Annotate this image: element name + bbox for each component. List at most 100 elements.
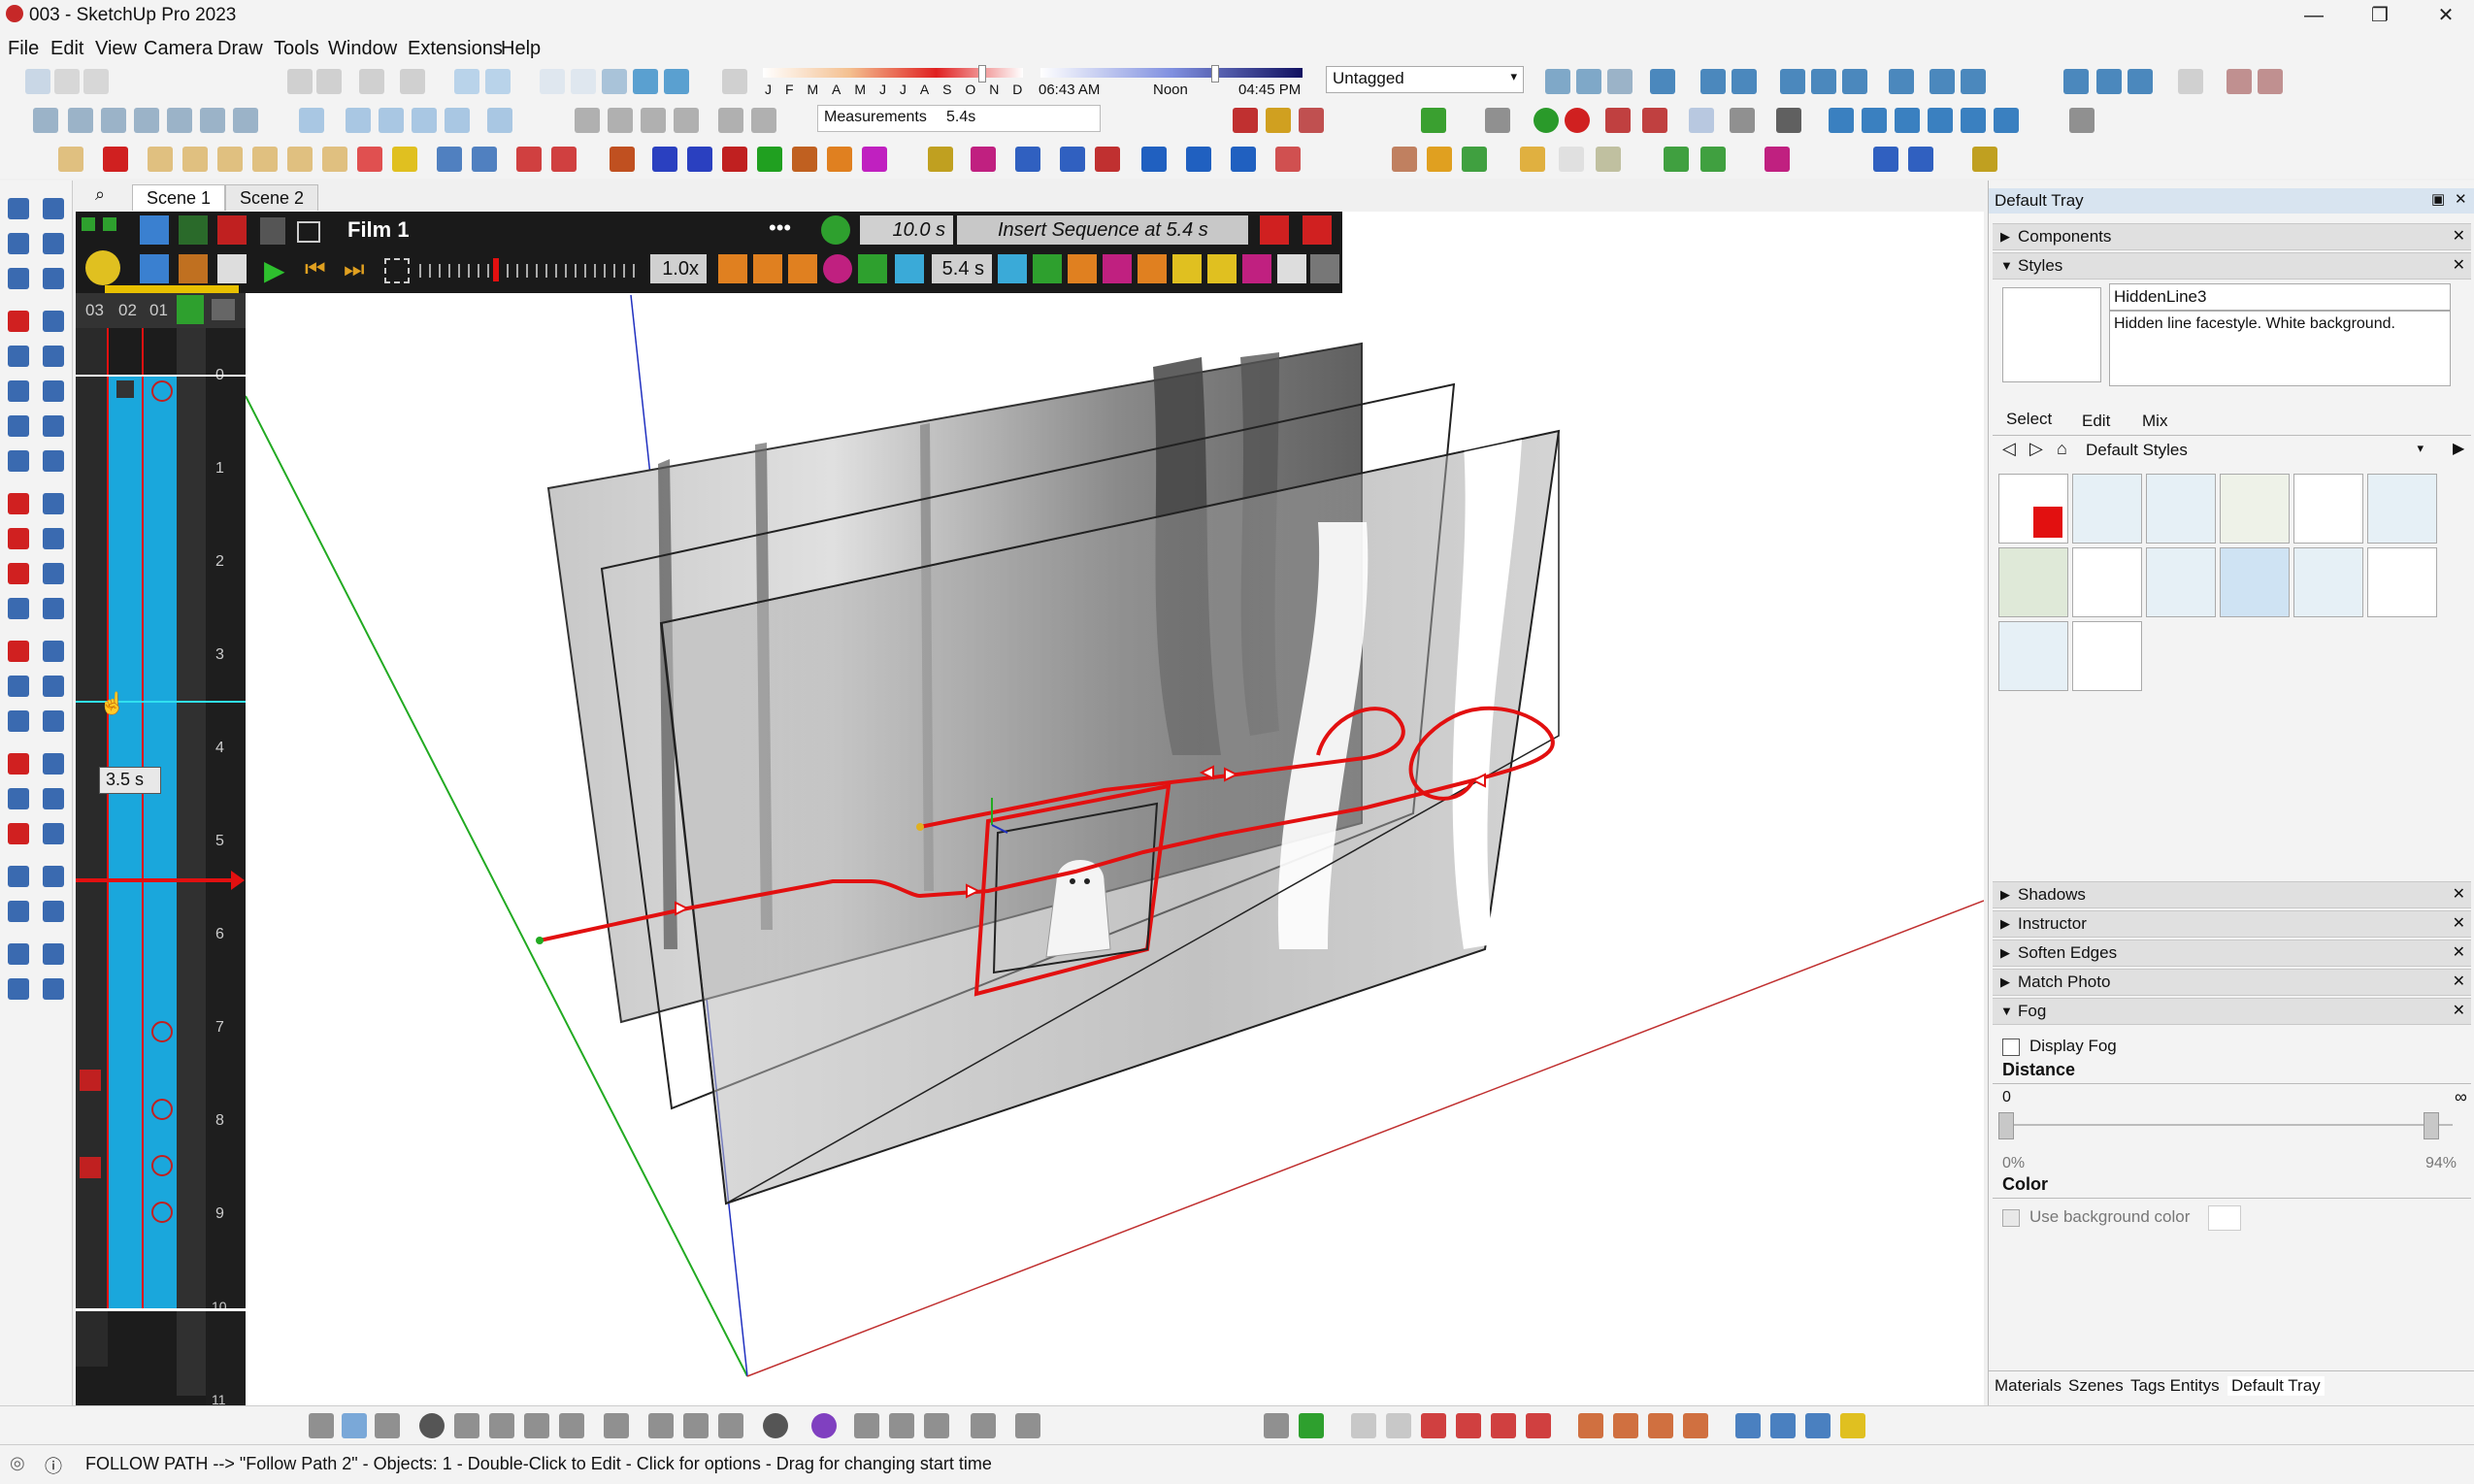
keyframe-icon[interactable] bbox=[80, 1070, 101, 1091]
group-4-icon[interactable] bbox=[412, 108, 437, 133]
zoom-extents-icon[interactable] bbox=[1545, 69, 1570, 94]
tool-icon[interactable] bbox=[1730, 108, 1755, 133]
box-3-icon[interactable] bbox=[1596, 147, 1621, 172]
collapse-track-icon[interactable] bbox=[212, 299, 235, 320]
tools-icon[interactable] bbox=[179, 215, 208, 245]
box-1-icon[interactable] bbox=[1520, 147, 1545, 172]
bottom-tool-22-icon[interactable] bbox=[1613, 1413, 1638, 1438]
time-slider[interactable] bbox=[1040, 68, 1303, 78]
bottom-tool-16-icon[interactable] bbox=[1386, 1413, 1411, 1438]
style-thumb[interactable] bbox=[2367, 547, 2437, 617]
style-thumb[interactable] bbox=[2146, 474, 2216, 544]
align-icon[interactable] bbox=[1780, 69, 1805, 94]
back-view-icon[interactable] bbox=[167, 108, 192, 133]
add-icon[interactable] bbox=[419, 1413, 445, 1438]
cloud-icon[interactable] bbox=[1829, 108, 1854, 133]
paint-bucket-icon[interactable] bbox=[8, 233, 29, 254]
eraser-icon[interactable] bbox=[43, 233, 64, 254]
position-camera-icon[interactable] bbox=[8, 866, 29, 887]
bottom-tool-27-icon[interactable] bbox=[1805, 1413, 1831, 1438]
tool-3-icon[interactable] bbox=[8, 598, 29, 619]
pencil-icon[interactable] bbox=[103, 147, 128, 172]
cloud-4-icon[interactable] bbox=[1928, 108, 1953, 133]
wireframe-icon[interactable] bbox=[540, 69, 565, 94]
dist-3-icon[interactable] bbox=[1972, 147, 1997, 172]
tab-select[interactable]: Select bbox=[2006, 410, 2052, 429]
style-side-buttons[interactable] bbox=[2455, 287, 2470, 365]
film-arrow-right-icon[interactable] bbox=[103, 217, 116, 231]
seq-1-icon[interactable] bbox=[998, 254, 1027, 283]
menu-help[interactable]: Help bbox=[501, 38, 541, 60]
group-3-icon[interactable] bbox=[379, 108, 404, 133]
section-soften-edges[interactable]: ▶ Soften Edges ✕ bbox=[1993, 940, 2471, 967]
shell-2-icon[interactable] bbox=[1427, 147, 1452, 172]
anim-17-icon[interactable] bbox=[1275, 147, 1301, 172]
arc-icon[interactable] bbox=[58, 147, 83, 172]
view-3-icon[interactable] bbox=[641, 108, 666, 133]
zoom-window-icon[interactable] bbox=[1576, 69, 1601, 94]
distribute-3-icon[interactable] bbox=[1961, 69, 1986, 94]
bottom-tool-28-icon[interactable] bbox=[1840, 1413, 1865, 1438]
seq-2-icon[interactable] bbox=[1033, 254, 1062, 283]
cloud-6-icon[interactable] bbox=[1994, 108, 2019, 133]
minimize-icon[interactable]: — bbox=[2287, 0, 2341, 31]
style-thumb[interactable] bbox=[2367, 474, 2437, 544]
bottom-tool-13-icon[interactable] bbox=[1264, 1413, 1289, 1438]
style-thumb[interactable] bbox=[2220, 474, 2290, 544]
bottom-tool-1-icon[interactable] bbox=[309, 1413, 334, 1438]
sphere-icon[interactable] bbox=[1485, 108, 1510, 133]
front-view-icon[interactable] bbox=[101, 108, 126, 133]
align-2-icon[interactable] bbox=[1811, 69, 1836, 94]
align-3-icon[interactable] bbox=[1842, 69, 1867, 94]
menu-tools[interactable]: Tools bbox=[274, 38, 319, 60]
curve-icon[interactable] bbox=[2069, 108, 2095, 133]
rotate-icon[interactable] bbox=[2178, 69, 2203, 94]
3d-text-icon[interactable] bbox=[43, 710, 64, 732]
bottom-tool-20-icon[interactable] bbox=[1526, 1413, 1551, 1438]
move-tool-icon[interactable] bbox=[8, 493, 29, 514]
tab-scene-1[interactable]: Scene 1 bbox=[132, 184, 226, 211]
section-styles[interactable]: ▼ Styles ✕ bbox=[1993, 252, 2471, 280]
clapper-icon[interactable] bbox=[217, 215, 247, 245]
use-bg-color-checkbox[interactable] bbox=[2002, 1209, 2020, 1227]
bottom-tool-18-icon[interactable] bbox=[1456, 1413, 1481, 1438]
zoom-icon[interactable] bbox=[8, 788, 29, 809]
move-icon[interactable] bbox=[1700, 69, 1726, 94]
view-4-icon[interactable] bbox=[674, 108, 699, 133]
anim-11-icon[interactable] bbox=[1015, 147, 1040, 172]
insert-sequence-box[interactable]: Insert Sequence at 5.4 s bbox=[957, 215, 1248, 245]
distribute-icon[interactable] bbox=[1889, 69, 1914, 94]
tab-mix[interactable]: Mix bbox=[2142, 412, 2167, 431]
line-icon[interactable] bbox=[8, 311, 29, 332]
sun-icon[interactable] bbox=[85, 250, 120, 285]
dimension-icon[interactable] bbox=[43, 641, 64, 662]
menu-edit[interactable]: Edit bbox=[50, 38, 83, 60]
tape-icon[interactable] bbox=[8, 641, 29, 662]
group-6-icon[interactable] bbox=[487, 108, 512, 133]
keyframe-icon[interactable] bbox=[80, 1157, 101, 1178]
paw-icon[interactable] bbox=[753, 254, 782, 283]
sandbox-1-icon[interactable] bbox=[8, 943, 29, 965]
seq-3-icon[interactable] bbox=[1068, 254, 1097, 283]
info-circle-icon[interactable]: ⓘ bbox=[45, 1453, 62, 1478]
section-plane-icon[interactable] bbox=[43, 901, 64, 922]
shaded-textures-icon[interactable] bbox=[633, 69, 658, 94]
keyframe-icon[interactable] bbox=[151, 380, 173, 402]
prev-view-icon[interactable] bbox=[43, 823, 64, 844]
follow-me-icon[interactable] bbox=[43, 528, 64, 549]
stack-2-icon[interactable] bbox=[2096, 69, 2122, 94]
menu-draw[interactable]: Draw bbox=[217, 38, 263, 60]
shape-1-icon[interactable] bbox=[148, 147, 173, 172]
protractor-icon[interactable] bbox=[8, 676, 29, 697]
help-icon[interactable] bbox=[1776, 108, 1801, 133]
top-view-icon[interactable] bbox=[68, 108, 93, 133]
bottom-tool-23-icon[interactable] bbox=[1648, 1413, 1673, 1438]
speed-box[interactable]: 1.0x bbox=[650, 254, 707, 283]
info-icon[interactable] bbox=[683, 1413, 709, 1438]
section-match-photo[interactable]: ▶ Match Photo ✕ bbox=[1993, 969, 2471, 996]
timeline-end-line[interactable] bbox=[76, 1308, 246, 1311]
anim-6-icon[interactable] bbox=[792, 147, 817, 172]
close-icon[interactable]: ✕ bbox=[2453, 253, 2465, 279]
time-slider-thumb[interactable] bbox=[1211, 65, 1219, 82]
scale-icon[interactable] bbox=[8, 563, 29, 584]
